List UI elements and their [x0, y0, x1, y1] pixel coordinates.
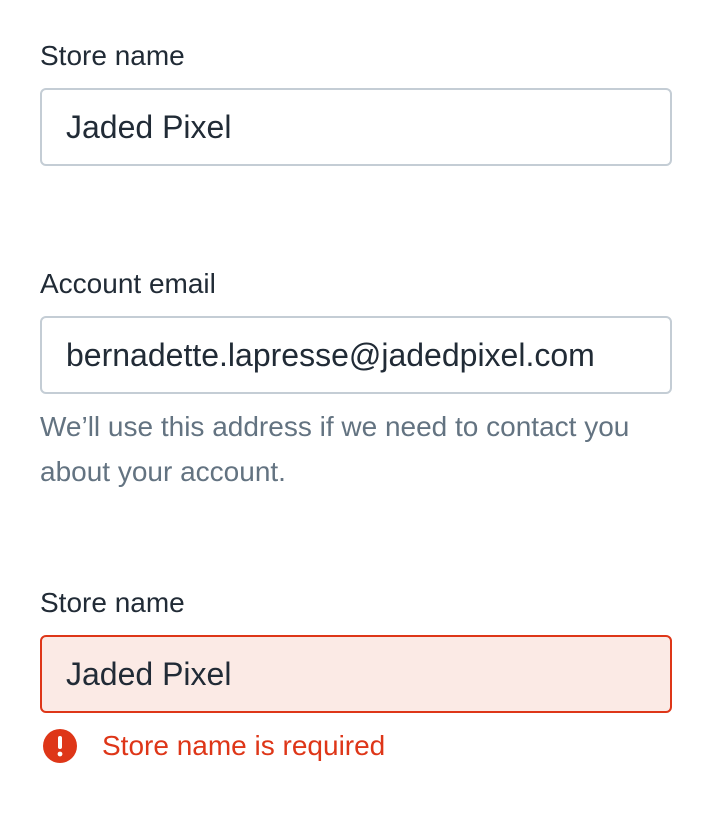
store-name-error-field: Store name Store name is required: [40, 586, 672, 765]
store-name-input[interactable]: [66, 108, 646, 146]
store-name-input-wrapper[interactable]: [40, 88, 672, 166]
inline-error: Store name is required: [40, 727, 672, 765]
error-message: Store name is required: [102, 730, 386, 761]
store-settings-form: Store name Account email We’ll use this …: [40, 0, 672, 765]
alert-circle-icon: [43, 729, 77, 763]
account-email-input[interactable]: [66, 336, 646, 374]
account-email-help-text: We’ll use this address if we need to con…: [40, 411, 630, 487]
store-name-error-input-wrapper[interactable]: [40, 635, 672, 713]
store-name-field: Store name: [40, 39, 672, 166]
account-email-field: Account email We’ll use this address if …: [40, 267, 672, 494]
store-name-error-label: Store name: [40, 587, 185, 618]
store-name-error-input[interactable]: [66, 655, 646, 693]
account-email-label: Account email: [40, 268, 216, 299]
account-email-input-wrapper[interactable]: [40, 316, 672, 394]
store-name-label: Store name: [40, 40, 185, 71]
